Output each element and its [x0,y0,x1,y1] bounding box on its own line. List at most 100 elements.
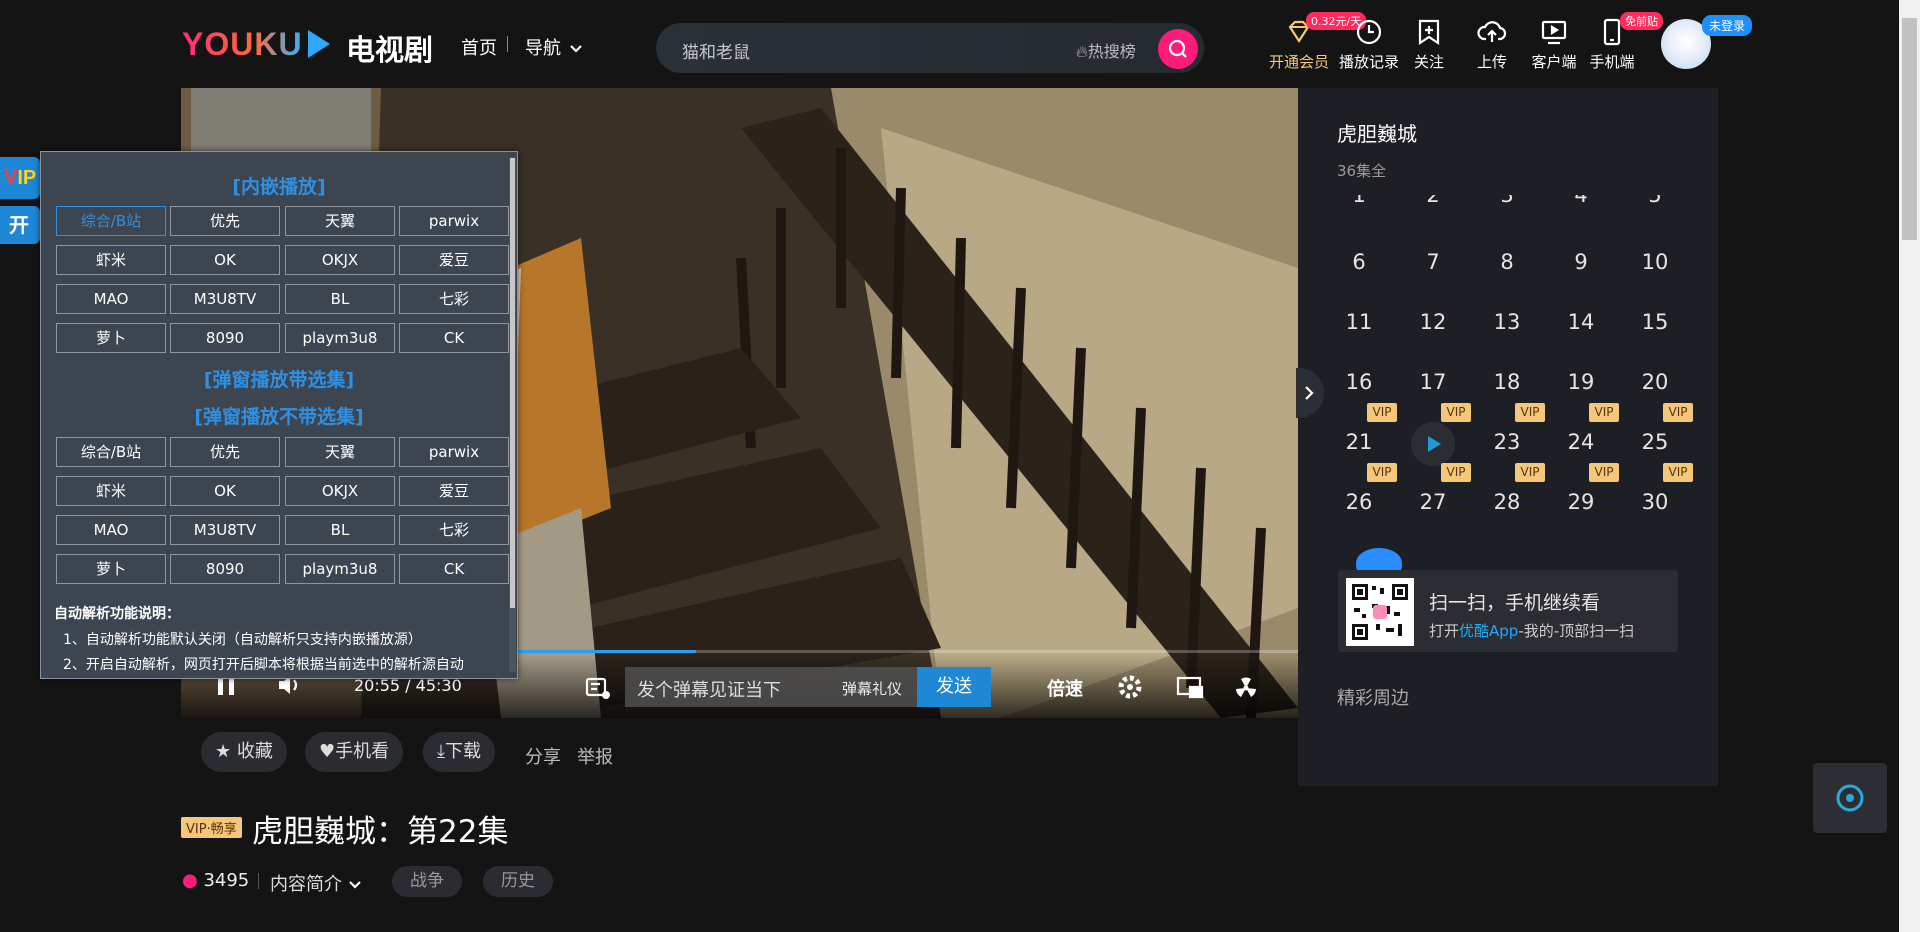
header-history[interactable]: 播放记录 [1336,17,1402,72]
parse-source-button[interactable]: BL [285,284,395,314]
episode-item[interactable]: 16 [1329,370,1389,394]
send-danmu-button[interactable]: 发送 [917,667,991,707]
danmu-settings-button[interactable] [585,676,613,706]
parse-source-button[interactable]: 8090 [170,323,280,353]
intro-toggle[interactable]: 内容简介 [270,870,362,896]
parse-source-button[interactable]: 七彩 [399,284,509,314]
parse-source-button[interactable]: 爱豆 [399,476,509,506]
hot-search-link[interactable]: 🔥︎热搜榜 [1076,38,1136,62]
parse-source-button[interactable]: 虾米 [56,476,166,506]
youku-logo[interactable]: YOUKU [182,26,303,63]
parse-source-button[interactable]: 优先 [170,206,280,236]
parse-source-button[interactable]: M3U8TV [170,515,280,545]
section-popup-with-episodes[interactable]: [弹窗播放带选集] [40,365,518,392]
picture-in-picture-button[interactable] [1176,675,1204,703]
header-follow[interactable]: 关注 [1396,17,1462,72]
parse-source-button[interactable]: 天翼 [285,206,395,236]
episode-item[interactable]: 7 [1403,250,1463,274]
parse-source-button[interactable]: OKJX [285,476,395,506]
scrollbar-thumb[interactable] [1902,18,1917,240]
episode-item[interactable]: 23 [1477,430,1537,454]
danmu-rules-link[interactable]: 弹幕礼仪 [842,678,902,699]
collapse-panel-button[interactable] [1296,368,1324,418]
header-upload[interactable]: 上传 [1459,17,1525,72]
settings-button[interactable] [1117,674,1143,704]
fullscreen-mode-button[interactable] [1233,674,1259,704]
section-popup-without-episodes[interactable]: [弹窗播放不带选集] [40,402,518,429]
episode-item[interactable]: 5 [1625,195,1685,207]
parse-source-button[interactable]: 优先 [170,437,280,467]
collect-button[interactable]: ★ 收藏 [201,732,287,772]
episode-item[interactable]: 1 [1329,195,1389,207]
watch-on-phone-button[interactable]: ♥手机看 [305,732,404,772]
episode-item[interactable]: 17 [1403,370,1463,394]
search-input[interactable]: 猫和老鼠 [682,38,750,63]
playback-speed-button[interactable]: 倍速 [1047,675,1083,701]
episode-item[interactable]: 27 [1403,490,1463,514]
qr-app-link[interactable]: 优酷App [1459,622,1518,640]
parse-source-button[interactable]: parwix [399,437,509,467]
tag-pill[interactable]: 历史 [483,866,553,897]
parse-source-button[interactable]: 天翼 [285,437,395,467]
search-button[interactable] [1158,29,1198,69]
nav-home[interactable]: 首页 [461,34,497,60]
parse-source-button[interactable]: 七彩 [399,515,509,545]
mobile-promo-badge: 免前贴 [1620,12,1663,30]
episode-item[interactable]: 19 [1551,370,1611,394]
parse-source-button[interactable]: OKJX [285,245,395,275]
episode-item[interactable]: 26 [1329,490,1389,514]
parse-source-button[interactable]: 萝卜 [56,554,166,584]
vip-plugin-tab[interactable]: VIP [0,157,40,199]
show-title[interactable]: 虎胆巍城 [1337,118,1417,147]
parse-source-button[interactable]: 综合/B站 [56,437,166,467]
episode-item[interactable]: 24 [1551,430,1611,454]
parse-source-button[interactable]: 爱豆 [399,245,509,275]
parse-source-button[interactable]: MAO [56,284,166,314]
share-link[interactable]: 分享 [525,743,561,769]
parse-source-button[interactable]: 虾米 [56,245,166,275]
parse-source-button[interactable]: parwix [399,206,509,236]
episode-item[interactable]: 4 [1551,195,1611,207]
parse-source-button[interactable]: OK [170,476,280,506]
parse-source-button[interactable]: BL [285,515,395,545]
episode-item[interactable]: 15 [1625,310,1685,334]
assistant-button[interactable] [1813,763,1887,833]
parse-source-button[interactable]: M3U8TV [170,284,280,314]
report-link[interactable]: 举报 [577,743,613,769]
login-badge[interactable]: 未登录 [1702,15,1753,36]
parse-source-button[interactable]: 8090 [170,554,280,584]
parse-source-button[interactable]: playm3u8 [285,554,395,584]
parse-source-button[interactable]: 综合/B站 [56,206,166,236]
tag-pill[interactable]: 战争 [392,866,462,897]
episode-item[interactable]: 6 [1329,250,1389,274]
episode-item[interactable]: 29 [1551,490,1611,514]
channel-title[interactable]: 电视剧 [346,27,433,69]
parse-source-button[interactable]: CK [399,554,509,584]
playing-episode-button[interactable] [1411,422,1455,466]
nav-guide[interactable]: 导航 [525,34,583,60]
episode-item[interactable]: 28 [1477,490,1537,514]
parse-source-button[interactable]: MAO [56,515,166,545]
episode-item[interactable]: 8 [1477,250,1537,274]
toggle-plugin-tab[interactable]: 开 [0,206,40,244]
episode-item[interactable]: 9 [1551,250,1611,274]
episode-item[interactable]: 12 [1403,310,1463,334]
episode-item[interactable]: 25 [1625,430,1685,454]
danmu-input[interactable]: 发个弹幕见证当下 [637,676,781,702]
episode-item[interactable]: 2 [1403,195,1463,207]
parse-source-button[interactable]: CK [399,323,509,353]
parse-source-button[interactable]: playm3u8 [285,323,395,353]
episode-item[interactable]: 11 [1329,310,1389,334]
download-button[interactable]: ⤓下载 [423,732,495,772]
episode-item[interactable]: 3 [1477,195,1537,207]
episode-item[interactable]: 10 [1625,250,1685,274]
episode-item[interactable]: 20 [1625,370,1685,394]
episode-item[interactable]: 14 [1551,310,1611,334]
parse-source-button[interactable]: 萝卜 [56,323,166,353]
episode-item[interactable]: 21 [1329,430,1389,454]
episode-item[interactable]: 18 [1477,370,1537,394]
episode-item[interactable]: 30 [1625,490,1685,514]
parse-source-button[interactable]: OK [170,245,280,275]
header-client[interactable]: 客户端 [1521,17,1587,72]
episode-item[interactable]: 13 [1477,310,1537,334]
